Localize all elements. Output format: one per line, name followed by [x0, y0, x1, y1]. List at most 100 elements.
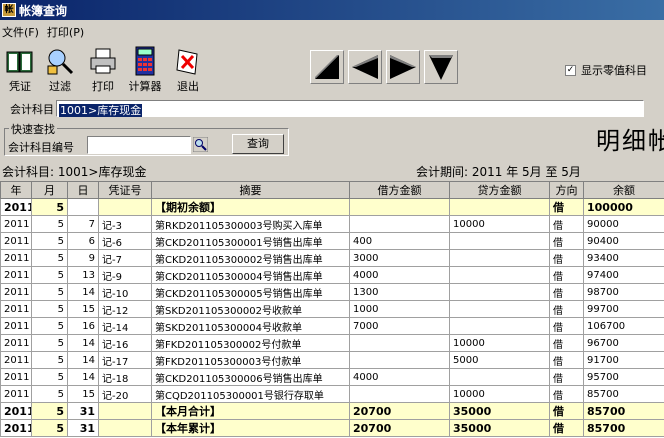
- table-cell[interactable]: 2011: [0, 317, 32, 335]
- table-cell[interactable]: 借: [549, 385, 584, 403]
- col-direction[interactable]: 方向: [549, 181, 584, 199]
- table-cell[interactable]: 5: [31, 317, 68, 335]
- calculator-button[interactable]: 计算器: [125, 46, 165, 94]
- table-cell[interactable]: 5: [31, 351, 68, 369]
- first-record-button[interactable]: [310, 50, 344, 84]
- table-cell[interactable]: 4000: [349, 368, 450, 386]
- table-cell[interactable]: 2011: [0, 402, 32, 420]
- table-cell[interactable]: 100000: [583, 198, 664, 216]
- table-cell[interactable]: 借: [549, 368, 584, 386]
- table-cell[interactable]: 2011: [0, 283, 32, 301]
- table-cell[interactable]: 5: [31, 215, 68, 233]
- table-cell[interactable]: [349, 334, 450, 352]
- voucher-button[interactable]: 凭证: [0, 46, 40, 94]
- table-cell[interactable]: 第RKD201105300003号购买入库单: [151, 215, 350, 233]
- next-record-button[interactable]: [386, 50, 420, 84]
- query-button[interactable]: 查询: [232, 134, 284, 154]
- table-cell[interactable]: 97400: [583, 266, 664, 284]
- table-cell[interactable]: 90400: [583, 232, 664, 250]
- table-cell[interactable]: 第SKD201105300004号收款单: [151, 317, 350, 335]
- table-cell[interactable]: 5000: [449, 351, 550, 369]
- table-cell[interactable]: 2011: [0, 351, 32, 369]
- table-cell[interactable]: [449, 266, 550, 284]
- table-row[interactable]: 2011 5 6 记-6 第CKD201105300001号销售出库单 400 借 90400: [0, 232, 664, 250]
- account-input[interactable]: 1001>库存现金: [56, 100, 644, 117]
- table-cell[interactable]: 85700: [583, 385, 664, 403]
- table-cell[interactable]: 第FKD201105300002号付款单: [151, 334, 350, 352]
- table-cell[interactable]: 【期初余额】: [151, 198, 350, 216]
- table-cell[interactable]: [449, 368, 550, 386]
- table-cell[interactable]: 2011: [0, 385, 32, 403]
- table-cell[interactable]: 借: [549, 334, 584, 352]
- table-cell[interactable]: 96700: [583, 334, 664, 352]
- table-cell[interactable]: 2011: [0, 215, 32, 233]
- table-cell[interactable]: 记-3: [98, 215, 152, 233]
- table-cell[interactable]: 35000: [449, 419, 550, 437]
- table-row[interactable]: 2011531 【本年累计】2070035000借85700: [0, 419, 664, 437]
- col-balance[interactable]: 余额: [583, 181, 664, 199]
- table-cell[interactable]: 借: [549, 232, 584, 250]
- table-cell[interactable]: [349, 385, 450, 403]
- table-cell[interactable]: [449, 300, 550, 318]
- table-row[interactable]: 2011 5 14 记-17 第FKD201105300003号付款单 5000 借 9170…: [0, 351, 664, 369]
- table-cell[interactable]: 2011: [0, 232, 32, 250]
- col-day[interactable]: 日: [67, 181, 99, 199]
- table-cell[interactable]: 5: [31, 300, 68, 318]
- table-cell[interactable]: 第SKD201105300002号收款单: [151, 300, 350, 318]
- table-cell[interactable]: 借: [549, 215, 584, 233]
- table-cell[interactable]: 16: [67, 317, 99, 335]
- filter-button[interactable]: 过滤: [40, 46, 80, 94]
- table-cell[interactable]: 2011: [0, 334, 32, 352]
- table-cell[interactable]: 14: [67, 283, 99, 301]
- table-cell[interactable]: 35000: [449, 402, 550, 420]
- table-cell[interactable]: 5: [31, 266, 68, 284]
- table-cell[interactable]: 10000: [449, 334, 550, 352]
- table-cell[interactable]: 第CQD201105300001号银行存取单: [151, 385, 350, 403]
- table-cell[interactable]: [349, 198, 450, 216]
- table-cell[interactable]: 5: [31, 334, 68, 352]
- table-cell[interactable]: 99700: [583, 300, 664, 318]
- table-cell[interactable]: [449, 232, 550, 250]
- table-cell[interactable]: 20700: [349, 419, 450, 437]
- table-cell[interactable]: [449, 198, 550, 216]
- col-voucher[interactable]: 凭证号: [98, 181, 152, 199]
- print-button[interactable]: 打印: [83, 46, 123, 94]
- table-cell[interactable]: 【本年累计】: [151, 419, 350, 437]
- table-cell[interactable]: 2011: [0, 266, 32, 284]
- table-cell[interactable]: 9: [67, 249, 99, 267]
- table-cell[interactable]: 借: [549, 249, 584, 267]
- table-cell[interactable]: [449, 283, 550, 301]
- table-cell[interactable]: 借: [549, 266, 584, 284]
- table-cell[interactable]: 1000: [349, 300, 450, 318]
- table-cell[interactable]: 1300: [349, 283, 450, 301]
- col-year[interactable]: 年: [0, 181, 32, 199]
- col-summary[interactable]: 摘要: [151, 181, 350, 199]
- table-cell[interactable]: 记-9: [98, 266, 152, 284]
- table-cell[interactable]: 4000: [349, 266, 450, 284]
- table-cell[interactable]: 第CKD201105300002号销售出库单: [151, 249, 350, 267]
- table-cell[interactable]: 5: [31, 283, 68, 301]
- table-cell[interactable]: 7000: [349, 317, 450, 335]
- table-cell[interactable]: 98700: [583, 283, 664, 301]
- table-cell[interactable]: 第CKD201105300005号销售出库单: [151, 283, 350, 301]
- table-cell[interactable]: [98, 198, 152, 216]
- table-cell[interactable]: 85700: [583, 402, 664, 420]
- table-cell[interactable]: 借: [549, 317, 584, 335]
- table-row[interactable]: 2011 5 15 记-20 第CQD201105300001号银行存取单 10000 借 8…: [0, 385, 664, 403]
- menu-file[interactable]: 文件(F): [0, 24, 45, 40]
- table-row[interactable]: 2011 5 16 记-14 第SKD201105300004号收款单 7000 借 1067…: [0, 317, 664, 335]
- table-cell[interactable]: 记-7: [98, 249, 152, 267]
- table-cell[interactable]: 借: [549, 300, 584, 318]
- table-cell[interactable]: 20700: [349, 402, 450, 420]
- table-cell[interactable]: 第FKD201105300003号付款单: [151, 351, 350, 369]
- table-cell[interactable]: 2011: [0, 419, 32, 437]
- table-cell[interactable]: 记-14: [98, 317, 152, 335]
- col-credit[interactable]: 贷方金额: [449, 181, 550, 199]
- table-cell[interactable]: 记-17: [98, 351, 152, 369]
- table-row[interactable]: 2011531 【本月合计】2070035000借85700: [0, 402, 664, 420]
- table-cell[interactable]: [349, 351, 450, 369]
- table-cell[interactable]: 14: [67, 368, 99, 386]
- table-cell[interactable]: 借: [549, 351, 584, 369]
- table-cell[interactable]: 第CKD201105300004号销售出库单: [151, 266, 350, 284]
- table-cell[interactable]: 2011: [0, 198, 32, 216]
